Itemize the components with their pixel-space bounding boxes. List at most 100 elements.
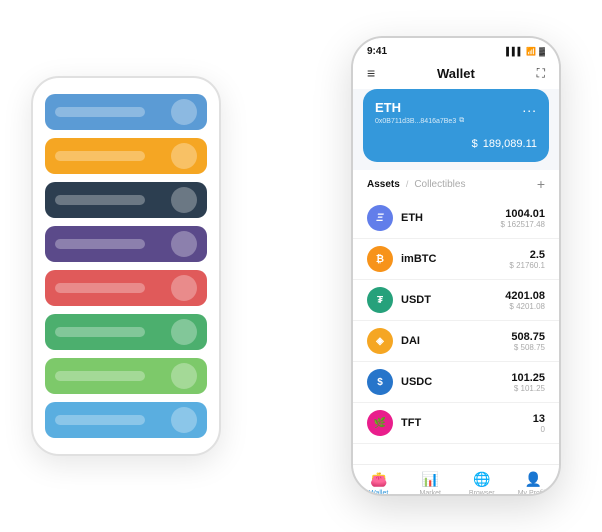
asset-row-dai[interactable]: ◈ DAI 508.75 $ 508.75 (353, 321, 559, 362)
eth-asset-icon: Ξ (367, 205, 393, 231)
nav-profile[interactable]: 👤 My Profile (508, 471, 560, 496)
eth-asset-amount: 1004.01 (501, 208, 546, 220)
bottom-nav: 👛 Wallet 📊 Market 🌐 Browser 👤 My Profile (353, 464, 559, 496)
card-bar-6 (55, 327, 145, 337)
usdt-asset-icon: ₮ (367, 287, 393, 313)
usdc-asset-amounts: 101.25 $ 101.25 (511, 372, 545, 393)
eth-card-balance: $ 189,089.11 (375, 131, 537, 152)
dai-asset-amount: 508.75 (511, 331, 545, 343)
imbtc-asset-amount: 2.5 (509, 249, 545, 261)
eth-asset-amounts: 1004.01 $ 162517.48 (501, 208, 546, 229)
scene: 9:41 ▌▌▌ 📶 ▓ ≡ Wallet ⛶ ETH ... 0x0B711d… (11, 11, 591, 521)
nav-wallet[interactable]: 👛 Wallet (353, 471, 405, 496)
card-bar-7 (55, 371, 145, 381)
card-item-3[interactable] (45, 182, 207, 218)
wallet-nav-label: Wallet (369, 490, 388, 496)
tft-asset-amounts: 13 0 (533, 413, 545, 434)
dai-asset-icon: ◈ (367, 328, 393, 354)
card-bar-2 (55, 151, 145, 161)
eth-card-more[interactable]: ... (522, 99, 537, 115)
usdc-asset-name: USDC (401, 376, 503, 388)
usdc-asset-icon: $ (367, 369, 393, 395)
card-item-4[interactable] (45, 226, 207, 262)
imbtc-asset-icon: ₿ (367, 246, 393, 272)
menu-icon[interactable]: ≡ (367, 65, 375, 81)
card-bar-1 (55, 107, 145, 117)
assets-header: Assets / Collectibles + (353, 170, 559, 198)
card-icon-4 (171, 231, 197, 257)
wifi-icon: 📶 (526, 47, 536, 56)
imbtc-asset-usd: $ 21760.1 (509, 261, 545, 270)
add-asset-button[interactable]: + (537, 176, 545, 192)
card-icon-1 (171, 99, 197, 125)
asset-list: Ξ ETH 1004.01 $ 162517.48 ₿ imBTC 2.5 $ … (353, 198, 559, 464)
card-bar-5 (55, 283, 145, 293)
tab-divider: / (406, 179, 409, 189)
asset-row-tft[interactable]: 🌿 TFT 13 0 (353, 403, 559, 444)
card-item-6[interactable] (45, 314, 207, 350)
dai-asset-usd: $ 508.75 (511, 343, 545, 352)
battery-icon: ▓ (539, 47, 545, 56)
tft-asset-amount: 13 (533, 413, 545, 425)
tab-collectibles[interactable]: Collectibles (414, 179, 465, 190)
tft-asset-usd: 0 (533, 425, 545, 434)
card-icon-5 (171, 275, 197, 301)
copy-icon[interactable]: ⧉ (459, 117, 464, 125)
tab-assets[interactable]: Assets (367, 179, 400, 190)
expand-icon[interactable]: ⛶ (537, 66, 545, 81)
usdt-asset-amounts: 4201.08 $ 4201.08 (505, 290, 545, 311)
eth-card-address: 0x0B711d3B...8416a7Be3 ⧉ (375, 117, 537, 125)
wallet-nav-icon: 👛 (370, 471, 387, 488)
currency-symbol: $ (472, 138, 478, 150)
asset-row-eth[interactable]: Ξ ETH 1004.01 $ 162517.48 (353, 198, 559, 239)
usdt-asset-name: USDT (401, 294, 497, 306)
usdc-asset-amount: 101.25 (511, 372, 545, 384)
tft-asset-name: TFT (401, 417, 525, 429)
usdc-asset-usd: $ 101.25 (511, 384, 545, 393)
imbtc-asset-name: imBTC (401, 253, 501, 265)
browser-nav-icon: 🌐 (473, 471, 490, 488)
card-bar-3 (55, 195, 145, 205)
page-title: Wallet (437, 66, 475, 81)
card-icon-2 (171, 143, 197, 169)
status-time: 9:41 (367, 46, 387, 57)
card-icon-7 (171, 363, 197, 389)
assets-tabs: Assets / Collectibles (367, 179, 465, 190)
dai-asset-amounts: 508.75 $ 508.75 (511, 331, 545, 352)
asset-row-imbtc[interactable]: ₿ imBTC 2.5 $ 21760.1 (353, 239, 559, 280)
eth-asset-usd: $ 162517.48 (501, 220, 546, 229)
nav-market[interactable]: 📊 Market (405, 471, 457, 496)
asset-row-usdt[interactable]: ₮ USDT 4201.08 $ 4201.08 (353, 280, 559, 321)
usdt-asset-usd: $ 4201.08 (505, 302, 545, 311)
asset-row-usdc[interactable]: $ USDC 101.25 $ 101.25 (353, 362, 559, 403)
card-bar-8 (55, 415, 145, 425)
card-icon-8 (171, 407, 197, 433)
profile-nav-icon: 👤 (525, 471, 542, 488)
market-nav-label: Market (420, 490, 441, 496)
card-item-8[interactable] (45, 402, 207, 438)
phone-left (31, 76, 221, 456)
browser-nav-label: Browser (469, 490, 495, 496)
card-bar-4 (55, 239, 145, 249)
status-icons: ▌▌▌ 📶 ▓ (506, 47, 545, 56)
eth-card-ticker: ETH (375, 100, 401, 115)
nav-browser[interactable]: 🌐 Browser (456, 471, 508, 496)
card-item-1[interactable] (45, 94, 207, 130)
card-item-2[interactable] (45, 138, 207, 174)
profile-nav-label: My Profile (518, 490, 549, 496)
phone-body: ETH ... 0x0B711d3B...8416a7Be3 ⧉ $ 189,0… (353, 89, 559, 496)
imbtc-asset-amounts: 2.5 $ 21760.1 (509, 249, 545, 270)
card-icon-3 (171, 187, 197, 213)
status-bar: 9:41 ▌▌▌ 📶 ▓ (353, 38, 559, 61)
card-item-5[interactable] (45, 270, 207, 306)
phone-header: ≡ Wallet ⛶ (353, 61, 559, 89)
eth-card-header: ETH ... (375, 99, 537, 115)
tft-asset-icon: 🌿 (367, 410, 393, 436)
card-icon-6 (171, 319, 197, 345)
eth-card[interactable]: ETH ... 0x0B711d3B...8416a7Be3 ⧉ $ 189,0… (363, 89, 549, 162)
phone-right: 9:41 ▌▌▌ 📶 ▓ ≡ Wallet ⛶ ETH ... 0x0B711d… (351, 36, 561, 496)
signal-icon: ▌▌▌ (506, 47, 523, 56)
dai-asset-name: DAI (401, 335, 503, 347)
eth-asset-name: ETH (401, 212, 493, 224)
card-item-7[interactable] (45, 358, 207, 394)
